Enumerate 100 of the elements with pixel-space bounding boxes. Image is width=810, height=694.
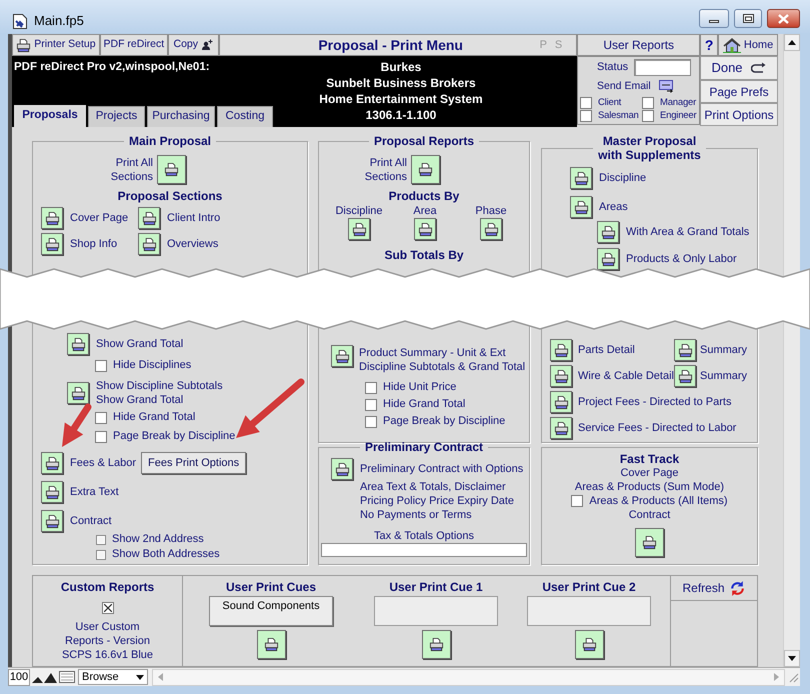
print-button[interactable] <box>674 365 696 387</box>
checkbox-label: Salesman <box>598 109 639 124</box>
printer-icon <box>554 420 568 436</box>
print-button[interactable] <box>331 458 353 480</box>
status-label: Status <box>597 60 628 76</box>
print-button[interactable] <box>422 630 450 659</box>
print-button[interactable] <box>331 345 353 367</box>
options-button[interactable]: Fees Print Options <box>141 452 246 474</box>
print-button[interactable] <box>67 382 89 404</box>
print-button[interactable] <box>674 339 696 361</box>
refresh-button[interactable]: Refresh <box>671 576 757 601</box>
checkbox[interactable] <box>365 416 377 428</box>
print-button[interactable] <box>550 391 572 413</box>
maximize-button[interactable] <box>734 9 762 28</box>
checkbox[interactable] <box>96 534 106 544</box>
cue-field[interactable]: Sound Components <box>209 596 333 626</box>
print-button[interactable] <box>157 155 186 184</box>
print-button[interactable] <box>67 333 89 355</box>
print-button[interactable] <box>138 207 160 229</box>
checkbox[interactable] <box>580 110 592 122</box>
user-reports-button[interactable]: User Reports <box>577 34 700 56</box>
printer-icon <box>600 224 616 240</box>
side-button[interactable]: Page Prefs <box>700 80 778 103</box>
email-icon <box>658 80 675 94</box>
print-label: Preliminary Contract with Options <box>360 462 524 476</box>
section-title: Products By <box>388 189 460 203</box>
printer-icon <box>600 252 616 266</box>
house-icon <box>722 38 741 52</box>
print-label: Discipline <box>599 170 646 186</box>
print-button[interactable] <box>597 221 619 243</box>
print-button[interactable] <box>138 233 160 255</box>
print-button[interactable] <box>550 365 572 387</box>
close-button[interactable] <box>767 9 800 28</box>
checkbox[interactable] <box>642 110 654 122</box>
cue-field[interactable] <box>527 596 651 626</box>
checkbox[interactable] <box>95 430 107 442</box>
mode-dropdown[interactable]: Browse <box>78 669 148 685</box>
side-button[interactable]: Done <box>700 56 778 80</box>
checkbox[interactable] <box>95 412 107 424</box>
minimize-button[interactable] <box>699 9 729 28</box>
print-button[interactable] <box>480 218 502 240</box>
print-button[interactable] <box>41 207 63 229</box>
checkbox-label: Client <box>598 96 622 110</box>
panel-title: Proposal Reports <box>372 134 476 148</box>
checkbox[interactable] <box>365 398 377 410</box>
print-button[interactable] <box>635 528 664 557</box>
toolbar-button[interactable]: Copy <box>168 34 219 56</box>
cue-field[interactable] <box>374 596 498 626</box>
checkbox[interactable] <box>95 360 107 372</box>
print-button[interactable] <box>41 481 63 503</box>
print-button[interactable] <box>41 233 63 255</box>
header-text: Sunbelt Business Brokers <box>326 75 476 91</box>
document-icon <box>12 13 28 30</box>
print-button[interactable] <box>550 417 572 439</box>
printer-icon <box>418 222 432 236</box>
help-button[interactable]: ? <box>700 34 718 56</box>
print-label: Print All Sections <box>364 156 407 184</box>
header-text: Home Entertainment System <box>319 91 483 107</box>
tab[interactable]: Costing <box>217 106 273 127</box>
print-button[interactable] <box>411 155 440 184</box>
toolbar-button[interactable]: PDF reDirect <box>100 34 168 56</box>
layout-icon <box>59 671 75 683</box>
checkbox[interactable] <box>571 495 584 507</box>
scroll-up-button[interactable] <box>784 34 800 51</box>
printer-icon <box>44 236 60 252</box>
checkbox[interactable] <box>96 550 106 560</box>
print-button[interactable] <box>570 167 592 189</box>
print-label: Parts Detail <box>578 342 636 358</box>
print-button[interactable] <box>414 218 436 240</box>
print-label: Project Fees - Directed to Parts <box>578 394 732 410</box>
printer-icon <box>418 162 433 177</box>
print-label: Phase <box>475 204 507 218</box>
vertical-scrollbar[interactable] <box>783 34 800 667</box>
status-field[interactable] <box>634 59 692 76</box>
print-label: Fees & Labor <box>70 456 136 470</box>
print-button[interactable] <box>256 630 286 659</box>
toolbar-button[interactable]: Printer Setup <box>12 34 100 56</box>
print-button[interactable] <box>597 248 619 270</box>
print-button[interactable] <box>550 339 572 361</box>
print-button[interactable] <box>570 196 592 218</box>
print-button[interactable] <box>41 452 63 474</box>
checkbox[interactable] <box>580 97 592 110</box>
home-button[interactable]: Home <box>718 34 778 56</box>
checkbox[interactable] <box>642 97 654 110</box>
print-button[interactable] <box>574 630 604 659</box>
print-button[interactable] <box>348 218 370 240</box>
tab[interactable]: Proposals <box>14 105 86 127</box>
checkbox-label: Show Both Addresses <box>112 547 220 562</box>
scroll-down-button[interactable] <box>784 650 800 667</box>
tax-options-field[interactable] <box>321 543 527 557</box>
print-label: Extra Text <box>70 485 119 499</box>
print-button[interactable] <box>41 510 63 532</box>
checkbox[interactable] <box>102 602 114 614</box>
tab[interactable]: Purchasing <box>147 106 215 127</box>
side-button[interactable]: Print Options <box>700 103 778 126</box>
resize-grip-icon <box>787 671 799 683</box>
header-text: Burkes <box>380 59 422 75</box>
minimize-icon <box>709 20 719 23</box>
tab[interactable]: Projects <box>88 106 145 127</box>
checkbox[interactable] <box>365 382 377 394</box>
